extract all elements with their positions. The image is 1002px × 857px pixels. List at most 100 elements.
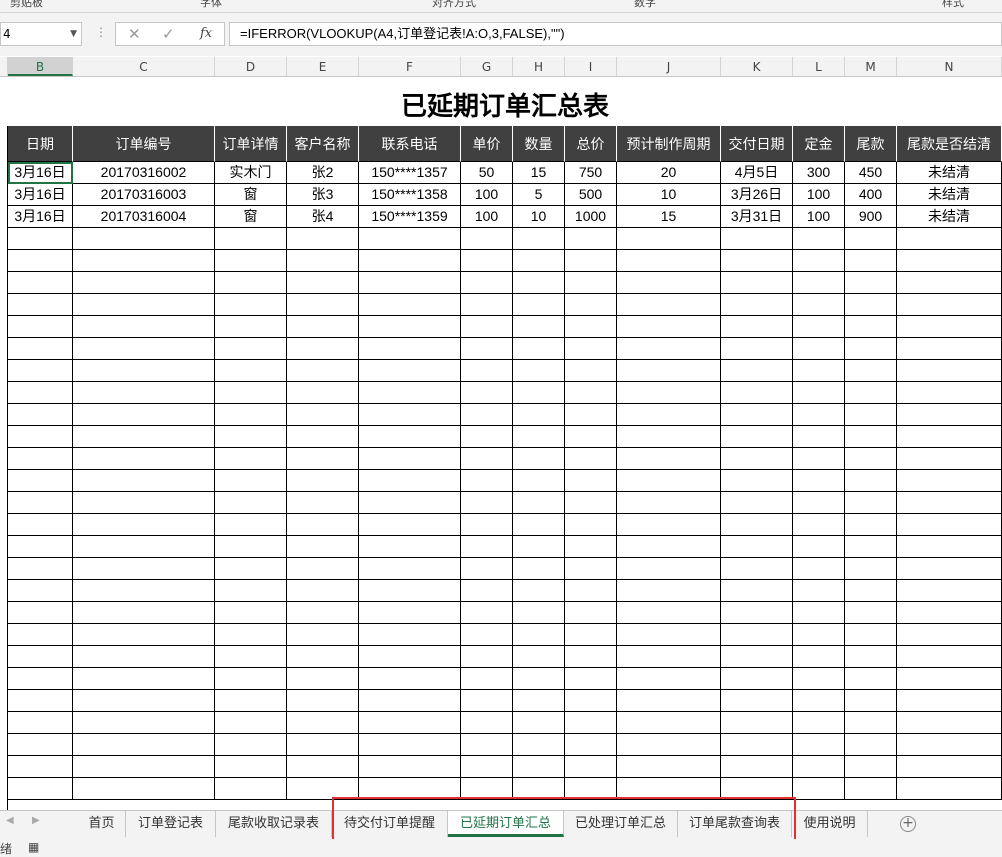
table-cell[interactable] [73, 734, 215, 756]
table-cell[interactable] [845, 492, 897, 514]
table-cell[interactable] [617, 382, 721, 404]
table-cell[interactable] [721, 558, 793, 580]
sheet-tab[interactable]: 使用说明 [792, 811, 868, 837]
table-cell[interactable] [8, 580, 73, 602]
table-cell[interactable] [359, 228, 461, 250]
table-cell[interactable]: 20170316004 [73, 206, 215, 228]
name-box[interactable]: 4 ▼ [0, 22, 82, 46]
table-cell[interactable] [897, 712, 1002, 734]
table-cell[interactable] [897, 360, 1002, 382]
table-cell[interactable] [617, 316, 721, 338]
table-cell[interactable] [793, 426, 845, 448]
table-cell[interactable] [215, 514, 287, 536]
table-cell[interactable] [513, 404, 565, 426]
table-cell[interactable] [73, 536, 215, 558]
table-cell[interactable] [793, 382, 845, 404]
table-cell[interactable] [897, 778, 1002, 800]
table-cell[interactable]: 3月31日 [721, 206, 793, 228]
table-cell[interactable] [359, 580, 461, 602]
table-cell[interactable] [73, 338, 215, 360]
column-header-l[interactable]: L [793, 57, 845, 76]
table-cell[interactable] [721, 690, 793, 712]
table-cell[interactable] [513, 382, 565, 404]
add-sheet-icon[interactable]: + [900, 816, 916, 832]
table-cell[interactable] [721, 426, 793, 448]
table-cell[interactable] [461, 316, 513, 338]
table-cell[interactable]: 500 [565, 184, 617, 206]
table-cell[interactable] [215, 690, 287, 712]
table-cell[interactable] [215, 470, 287, 492]
column-header-m[interactable]: M [845, 57, 897, 76]
table-cell[interactable] [617, 404, 721, 426]
table-cell[interactable] [617, 272, 721, 294]
table-cell[interactable] [8, 668, 73, 690]
table-cell[interactable]: 未结清 [897, 206, 1002, 228]
table-cell[interactable] [793, 514, 845, 536]
table-cell[interactable] [897, 338, 1002, 360]
table-cell[interactable] [793, 272, 845, 294]
table-cell[interactable] [793, 734, 845, 756]
table-cell[interactable] [513, 316, 565, 338]
table-cell[interactable] [8, 360, 73, 382]
table-cell[interactable] [793, 580, 845, 602]
table-cell[interactable] [359, 404, 461, 426]
table-cell[interactable] [721, 228, 793, 250]
table-cell[interactable] [359, 712, 461, 734]
table-cell[interactable] [461, 536, 513, 558]
table-cell[interactable] [461, 756, 513, 778]
scroll-tabs-left-icon[interactable]: ◀ [6, 815, 14, 826]
table-cell[interactable] [287, 382, 359, 404]
table-cell[interactable]: 300 [793, 162, 845, 184]
table-cell[interactable] [617, 250, 721, 272]
table-cell[interactable] [287, 734, 359, 756]
table-cell[interactable] [513, 778, 565, 800]
table-cell[interactable] [215, 360, 287, 382]
table-cell[interactable] [897, 404, 1002, 426]
table-cell[interactable] [73, 778, 215, 800]
table-cell[interactable]: 窗 [215, 206, 287, 228]
table-cell[interactable] [359, 668, 461, 690]
table-cell[interactable] [565, 382, 617, 404]
table-cell[interactable] [73, 492, 215, 514]
table-cell[interactable] [617, 646, 721, 668]
table-cell[interactable] [721, 624, 793, 646]
table-cell[interactable] [565, 558, 617, 580]
table-cell[interactable]: 实木门 [215, 162, 287, 184]
table-cell[interactable] [359, 734, 461, 756]
table-cell[interactable] [513, 448, 565, 470]
table-cell[interactable] [8, 448, 73, 470]
table-cell[interactable] [461, 426, 513, 448]
column-label[interactable]: 订单详情 [215, 126, 287, 162]
table-cell[interactable]: 100 [461, 184, 513, 206]
table-cell[interactable] [897, 690, 1002, 712]
table-cell[interactable] [287, 360, 359, 382]
table-cell[interactable] [793, 492, 845, 514]
table-cell[interactable] [897, 734, 1002, 756]
table-cell[interactable] [845, 316, 897, 338]
column-header-e[interactable]: E [287, 57, 359, 76]
table-cell[interactable] [287, 536, 359, 558]
table-cell[interactable] [215, 734, 287, 756]
table-cell[interactable] [897, 228, 1002, 250]
table-cell[interactable] [845, 404, 897, 426]
table-cell[interactable] [8, 514, 73, 536]
table-cell[interactable] [565, 690, 617, 712]
table-cell[interactable] [845, 294, 897, 316]
table-cell[interactable] [8, 272, 73, 294]
column-label[interactable]: 数量 [513, 126, 565, 162]
table-cell[interactable] [897, 294, 1002, 316]
table-cell[interactable] [8, 404, 73, 426]
table-cell[interactable] [617, 668, 721, 690]
column-header-d[interactable]: D [215, 57, 287, 76]
table-cell[interactable] [565, 404, 617, 426]
table-cell[interactable] [513, 228, 565, 250]
table-cell[interactable] [461, 646, 513, 668]
table-cell[interactable] [8, 756, 73, 778]
table-cell[interactable] [215, 646, 287, 668]
table-cell[interactable] [845, 470, 897, 492]
table-cell[interactable]: 150****1359 [359, 206, 461, 228]
table-cell[interactable] [565, 734, 617, 756]
table-cell[interactable] [513, 426, 565, 448]
table-cell[interactable] [359, 426, 461, 448]
table-cell[interactable] [287, 492, 359, 514]
